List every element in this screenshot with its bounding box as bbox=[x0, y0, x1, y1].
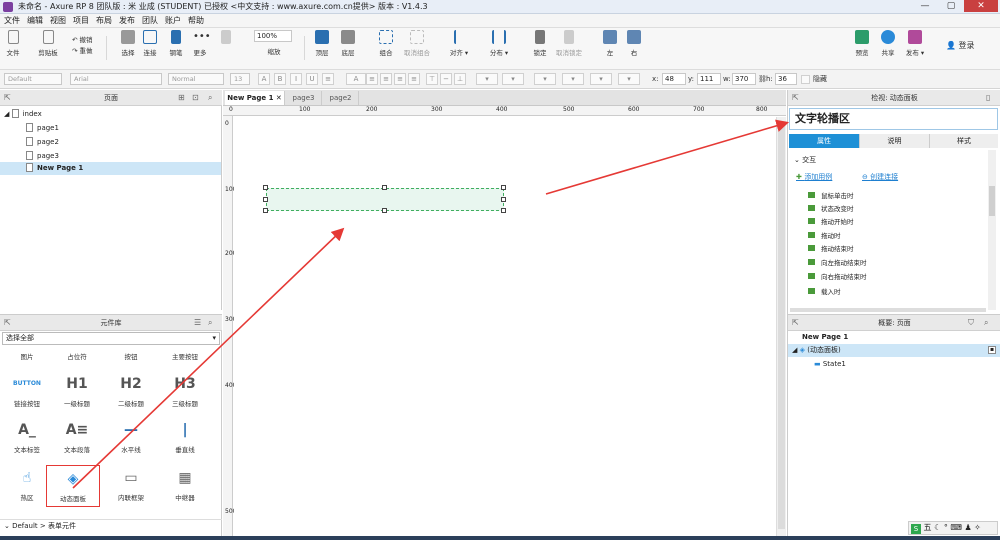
annotation-arrow bbox=[545, 119, 790, 195]
annotation-arrow bbox=[72, 227, 345, 489]
annotation-arrows bbox=[72, 119, 790, 489]
